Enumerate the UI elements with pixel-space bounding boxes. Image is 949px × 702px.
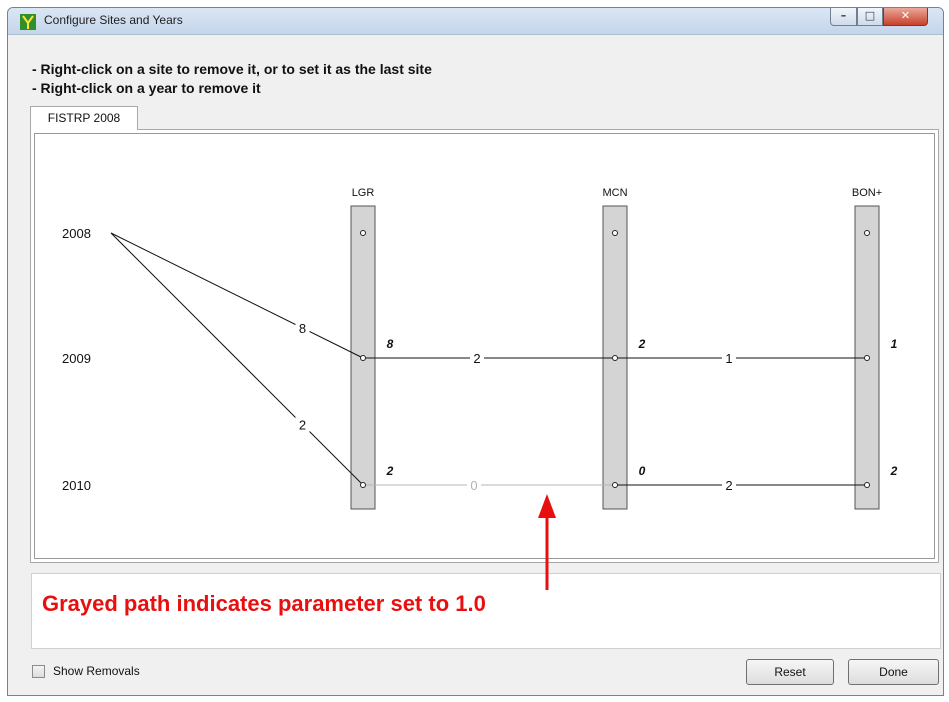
show-removals-label: Show Removals	[53, 664, 140, 678]
release-count-label: 2	[299, 418, 306, 433]
path-count-label: 2	[725, 478, 732, 493]
path-count-label: 2	[473, 351, 480, 366]
site-node[interactable]	[612, 482, 618, 488]
path-count-label: 0	[470, 478, 477, 493]
annotation-text: Grayed path indicates parameter set to 1…	[42, 591, 486, 616]
tab-fistrp-2008[interactable]: FISTRP 2008	[30, 106, 138, 130]
site-count-label: 1	[891, 337, 898, 351]
site-label-bon-plus: BON+	[852, 187, 882, 199]
site-count-label: 0	[639, 464, 646, 478]
site-node[interactable]	[360, 482, 366, 488]
site-count-label: 2	[890, 464, 898, 478]
site-count-label: 2	[638, 337, 646, 351]
year-label-2010[interactable]: 2010	[62, 478, 91, 493]
done-button[interactable]: Done	[848, 659, 939, 685]
site-node[interactable]	[360, 230, 366, 236]
release-edge	[110, 232, 364, 486]
site-node[interactable]	[612, 230, 618, 236]
path-count-label: 1	[725, 351, 732, 366]
site-count-label: 8	[387, 337, 394, 351]
show-removals-checkbox[interactable]	[32, 665, 45, 678]
site-node[interactable]	[864, 230, 870, 236]
release-count-label: 8	[299, 321, 306, 336]
site-node[interactable]	[864, 482, 870, 488]
year-label-2009[interactable]: 2009	[62, 351, 91, 366]
reset-button[interactable]: Reset	[746, 659, 834, 685]
site-node[interactable]	[864, 355, 870, 361]
release-edge	[110, 232, 364, 359]
year-label-2008[interactable]: 2008	[62, 226, 91, 241]
site-label-mcn: MCN	[602, 187, 627, 199]
site-count-label: 2	[386, 464, 394, 478]
site-node[interactable]	[360, 355, 366, 361]
site-node[interactable]	[612, 355, 618, 361]
site-label-lgr: LGR	[352, 187, 375, 199]
